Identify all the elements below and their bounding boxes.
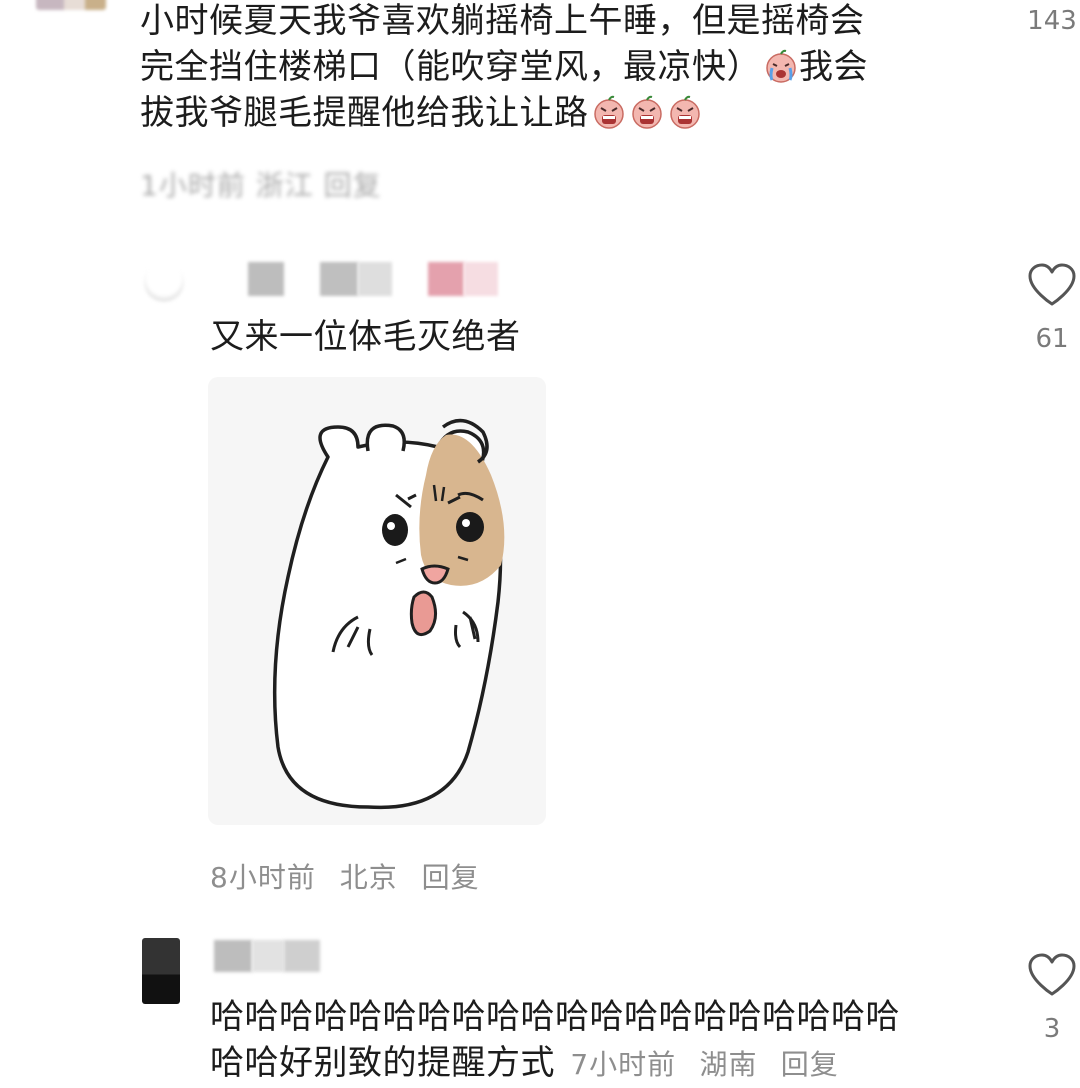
avatar[interactable] <box>36 0 106 10</box>
wailing-face-emoji <box>629 94 665 130</box>
wailing-face-emoji <box>591 94 627 130</box>
comment-location: 北京 <box>339 861 398 894</box>
comment-text: 又来一位体毛灭绝者 <box>210 317 521 357</box>
wailing-face-emoji <box>667 94 703 130</box>
like-count: 3 <box>1043 1014 1061 1044</box>
like-count: 143 <box>1027 6 1077 36</box>
comment-text-line: 拔我爷腿毛提醒他给我让让路 <box>140 90 990 136</box>
angry-hamster-sticker[interactable] <box>208 377 546 825</box>
reply-button[interactable]: 回复 <box>422 861 480 894</box>
comment-time: 8小时前 <box>210 861 316 894</box>
comment-meta: 8小时前 北京 回复 <box>210 856 480 896</box>
avatar[interactable] <box>144 262 184 302</box>
crying-face-emoji <box>763 48 799 84</box>
comment-text-line: 哈哈好别致的提醒方式 7小时前 湖南 回复 <box>210 1043 839 1083</box>
comment-time: 7小时前 <box>570 1048 677 1081</box>
comment-text: 小时候夏天我爷喜欢躺摇椅上午睡，但是摇椅会 完全挡住楼梯口（能吹穿堂风，最凉快）… <box>140 0 990 136</box>
comment-meta: 1小时前 浙江 回复 <box>140 169 382 202</box>
comment-text-line: 完全挡住楼梯口（能吹穿堂风，最凉快） 我会 <box>140 47 868 87</box>
heart-outline-icon[interactable] <box>1026 952 1078 998</box>
heart-outline-icon[interactable] <box>1026 262 1078 308</box>
reply-button[interactable]: 回复 <box>781 1048 839 1081</box>
like-count: 61 <box>1035 324 1069 354</box>
comment-location: 湖南 <box>699 1048 758 1081</box>
comment-text: 哈哈哈哈哈哈哈哈哈哈哈哈哈哈哈哈哈哈哈哈 哈哈好别致的提醒方式 7小时前 湖南 … <box>210 994 1000 1088</box>
avatar[interactable] <box>142 938 180 1004</box>
comment-text-line: 哈哈哈哈哈哈哈哈哈哈哈哈哈哈哈哈哈哈哈哈 <box>210 997 900 1037</box>
comment-text-line: 小时候夏天我爷喜欢躺摇椅上午睡，但是摇椅会 <box>140 1 865 41</box>
